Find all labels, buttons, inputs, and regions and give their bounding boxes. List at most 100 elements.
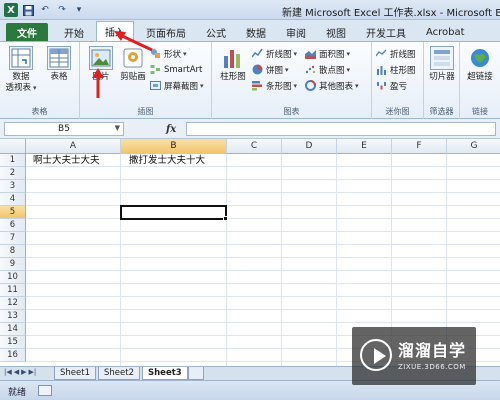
- customize-qat-icon[interactable]: ▾: [72, 3, 86, 17]
- smartart-button[interactable]: SmartArt: [150, 63, 202, 76]
- tab-file[interactable]: 文件: [6, 23, 48, 41]
- undo-icon[interactable]: ↶: [38, 3, 52, 17]
- row-header-12[interactable]: 12: [0, 297, 26, 310]
- line-chart-icon: [252, 48, 263, 58]
- scatter-chart-button[interactable]: 散点图 ▾: [305, 63, 350, 76]
- tab-page-layout[interactable]: 页面布局: [138, 23, 194, 41]
- table-button[interactable]: 表格: [42, 46, 76, 83]
- area-chart-button[interactable]: 面积图 ▾: [305, 47, 350, 60]
- cell-b1[interactable]: 撒打发士大夫十大: [129, 154, 205, 167]
- line-chart-button[interactable]: 折线图 ▾: [252, 47, 297, 60]
- active-cell-b5[interactable]: [120, 205, 227, 220]
- pivot-table-label-1: 数据: [12, 72, 30, 82]
- pie-chart-button[interactable]: 饼图 ▾: [252, 63, 289, 76]
- row-header-1[interactable]: 1: [0, 154, 26, 167]
- sheet-tab-2[interactable]: Sheet2: [98, 367, 140, 380]
- insert-function-icon[interactable]: fx: [166, 124, 176, 135]
- column-header-a[interactable]: A: [26, 139, 121, 154]
- group-filter: 切片器 筛选器: [424, 42, 460, 119]
- row-gridline: [26, 257, 500, 258]
- row-header-11[interactable]: 11: [0, 284, 26, 297]
- column-header-row: ABCDEFG: [0, 139, 500, 154]
- bar-chart-button[interactable]: 条形图 ▾: [252, 79, 297, 92]
- name-box[interactable]: B5 ▼: [4, 122, 124, 136]
- tab-insert[interactable]: 插入: [96, 21, 134, 41]
- title-bar: X ↶ ↷ ▾ 新建 Microsoft Excel 工作表.xlsx - Mi…: [0, 0, 500, 20]
- next-sheet-icon[interactable]: ▶: [21, 368, 26, 376]
- row-header-14[interactable]: 14: [0, 323, 26, 336]
- macro-record-icon[interactable]: [38, 385, 52, 396]
- shapes-button[interactable]: 形状 ▾: [150, 47, 187, 60]
- row-gridline: [26, 192, 500, 193]
- column-header-c[interactable]: C: [227, 139, 282, 154]
- cell-a1[interactable]: 啊士大夫士大夫: [33, 154, 100, 167]
- picture-button[interactable]: 图片: [84, 46, 118, 83]
- other-charts-icon: [305, 80, 316, 91]
- slicer-button[interactable]: 切片器: [425, 46, 459, 83]
- tab-developer[interactable]: 开发工具: [358, 23, 414, 41]
- column-header-e[interactable]: E: [337, 139, 392, 154]
- row-header-2[interactable]: 2: [0, 167, 26, 180]
- group-label-charts: 图表: [283, 107, 300, 116]
- tab-formulas[interactable]: 公式: [198, 23, 234, 41]
- clipart-icon: [121, 46, 145, 70]
- row-header-16[interactable]: 16: [0, 349, 26, 362]
- column-header-g[interactable]: G: [447, 139, 500, 154]
- smartart-icon: [150, 65, 160, 74]
- save-icon[interactable]: [21, 3, 35, 17]
- row-header-3[interactable]: 3: [0, 180, 26, 193]
- column-header-b[interactable]: B: [121, 139, 227, 154]
- column-header-d[interactable]: D: [282, 139, 337, 154]
- row-header-15[interactable]: 15: [0, 336, 26, 349]
- tab-view[interactable]: 视图: [318, 23, 354, 41]
- column-chart-button[interactable]: 柱形图: [216, 46, 250, 83]
- hyperlink-label: 超链接: [467, 72, 493, 82]
- group-label-illustrations: 插图: [137, 107, 154, 116]
- prev-sheet-icon[interactable]: ◀: [14, 368, 19, 376]
- hyperlink-button[interactable]: 超链接: [463, 46, 497, 83]
- column-header-f[interactable]: F: [392, 139, 447, 154]
- watermark: 溜溜自学 ZIXUE.3D66.COM: [352, 327, 476, 385]
- row-header-6[interactable]: 6: [0, 219, 26, 232]
- fill-handle[interactable]: [223, 216, 228, 221]
- name-box-dropdown-icon[interactable]: ▼: [115, 124, 120, 132]
- sparkline-winloss-button[interactable]: 盈亏: [376, 79, 407, 92]
- select-all-corner[interactable]: [0, 139, 26, 154]
- last-sheet-icon[interactable]: ▶|: [29, 368, 37, 376]
- row-header-4[interactable]: 4: [0, 193, 26, 206]
- redo-icon[interactable]: ↷: [55, 3, 69, 17]
- watermark-url: ZIXUE.3D66.COM: [398, 363, 466, 371]
- column-chart-label: 柱形图: [220, 72, 246, 82]
- tab-data[interactable]: 数据: [238, 23, 274, 41]
- sheet-tab-3[interactable]: Sheet3: [142, 367, 188, 380]
- clipart-button[interactable]: 剪贴画: [116, 46, 150, 83]
- row-header-5[interactable]: 5: [0, 206, 26, 219]
- formula-input[interactable]: [186, 122, 496, 136]
- screenshot-icon: [150, 81, 161, 90]
- table-icon: [47, 46, 71, 70]
- sheet-nav-arrows[interactable]: |◀ ◀ ▶ ▶|: [4, 368, 36, 376]
- row-header-10[interactable]: 10: [0, 271, 26, 284]
- row-header-13[interactable]: 13: [0, 310, 26, 323]
- pivot-table-button[interactable]: 数据 透视表 ▾: [4, 46, 38, 94]
- tab-acrobat[interactable]: Acrobat: [418, 23, 473, 41]
- tab-review[interactable]: 审阅: [278, 23, 314, 41]
- watermark-logo-icon: [360, 339, 392, 371]
- row-header-9[interactable]: 9: [0, 258, 26, 271]
- row-gridline: [26, 309, 500, 310]
- insert-sheet-icon[interactable]: [188, 367, 204, 380]
- slicer-label: 切片器: [429, 72, 455, 82]
- screenshot-button[interactable]: 屏幕截图 ▾: [150, 79, 204, 92]
- sparkline-column-button[interactable]: 柱形图: [376, 63, 416, 76]
- sparkline-line-button[interactable]: 折线图: [376, 47, 416, 60]
- tab-home[interactable]: 开始: [56, 23, 92, 41]
- excel-logo-icon: X: [4, 3, 18, 17]
- sheet-tab-1[interactable]: Sheet1: [54, 367, 96, 380]
- row-header-8[interactable]: 8: [0, 245, 26, 258]
- row-header-7[interactable]: 7: [0, 232, 26, 245]
- status-ready: 就绪: [8, 388, 27, 398]
- formula-bar: B5 ▼ fx: [0, 119, 500, 139]
- group-charts: 柱形图 折线图 ▾ 饼图 ▾ 条形图 ▾ 面积图 ▾ 散点图 ▾ 其他图表 ▾ 图表: [212, 42, 372, 119]
- first-sheet-icon[interactable]: |◀: [4, 368, 12, 376]
- other-charts-button[interactable]: 其他图表 ▾: [305, 79, 359, 92]
